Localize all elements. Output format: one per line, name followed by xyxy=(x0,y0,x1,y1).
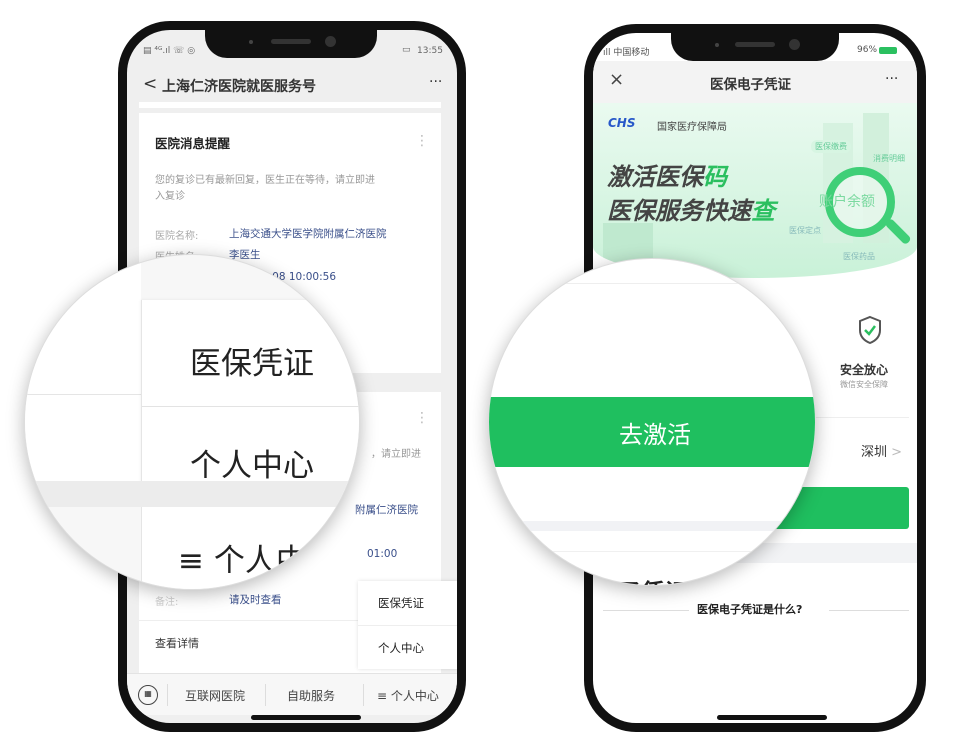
org-name: 国家医疗保障局 xyxy=(657,122,727,133)
banner-tag: 医保缴费 xyxy=(811,140,851,153)
banner-tag: 消费明细 xyxy=(873,154,905,163)
magnified-activate-button: 去激活 xyxy=(489,397,815,467)
message-text: 您的复诊已有最新回复，医生正在等待，请立即进 xyxy=(155,175,375,186)
popup-menu: 医保凭证 个人中心 xyxy=(358,581,457,669)
page-title: 上海仁济医院就医服务号 xyxy=(162,79,316,95)
magnifier-right: 去激活 电子凭证是什 xyxy=(488,258,816,586)
battery-icon xyxy=(879,47,897,54)
keyboard-icon[interactable]: ▦ xyxy=(138,685,158,705)
chevron-right-icon: > xyxy=(891,445,903,460)
more-button[interactable]: ··· xyxy=(429,74,442,90)
faq-title[interactable]: 医保电子凭证是什么? xyxy=(697,601,802,617)
headline-accent: 码 xyxy=(703,163,727,191)
menu-item-personal-center[interactable]: 个人中心 xyxy=(378,640,424,656)
status-time: 13:55 xyxy=(417,46,443,56)
view-details-link[interactable]: 查看详情 xyxy=(155,635,199,651)
security-title: 安全放心 xyxy=(840,363,889,377)
hospital-value: 附属仁济医院 xyxy=(355,504,418,516)
magnified-menu-item-medical-credential: 医保凭证 xyxy=(190,346,314,382)
time-value: 01:00 xyxy=(367,548,398,560)
menu-personal-center[interactable]: ≡ 个人中心 xyxy=(377,687,439,704)
notch xyxy=(671,33,839,61)
headline-accent: 查 xyxy=(751,197,775,225)
headline: 激活医保 xyxy=(607,163,703,191)
card-menu-icon[interactable]: ⋮ xyxy=(415,410,429,426)
banner-tag: 医保定点 xyxy=(789,226,821,235)
magnified-bottom-menu: ≡ 个人中 xyxy=(178,543,307,579)
battery-label: 96% xyxy=(857,45,878,55)
notch xyxy=(205,30,377,58)
card-title: 医院消息提醒 xyxy=(155,136,231,151)
magnified-faq-title: 电子凭证是什 xyxy=(593,573,737,585)
more-button[interactable]: ··· xyxy=(885,71,898,87)
menu-item-medical-credential[interactable]: 医保凭证 xyxy=(378,595,424,611)
hospital-label: 医院名称: xyxy=(155,231,199,242)
banner-tag: 账户余额 xyxy=(819,194,875,210)
status-icons: ▤ ⁴ᴳ.ıl ☏ ◎ xyxy=(143,46,196,56)
close-button[interactable]: × xyxy=(609,69,624,90)
note-label: 备注: xyxy=(155,597,179,608)
card-menu-icon[interactable]: ⋮ xyxy=(415,133,429,149)
carrier-label: ıll 中国移动 xyxy=(603,48,650,58)
menu-self-service[interactable]: 自助服务 xyxy=(287,687,335,704)
magnified-menu-item-personal-center: 个人中心 xyxy=(190,448,314,484)
home-indicator xyxy=(717,715,827,720)
shield-check-icon xyxy=(857,315,883,345)
headline: 医保服务快速 xyxy=(607,197,751,225)
home-indicator xyxy=(251,715,361,720)
battery-icon: ▭ xyxy=(402,45,411,55)
menu-internet-hospital[interactable]: 互联网医院 xyxy=(185,687,245,704)
promo-banner: CHS 国家医疗保障局 激活医保码 医保服务快速查 医保缴费 消费明细 账户余额… xyxy=(593,103,917,278)
bottom-menu-bar: ▦ 互联网医院 自助服务 ≡ 个人中心 xyxy=(127,673,457,715)
magnifier-left: 医保凭证 个人中心 ≡ 个人中 xyxy=(24,254,360,590)
message-text: ，请立即进 xyxy=(371,449,421,460)
page-title: 医保电子凭证 xyxy=(710,77,791,93)
message-text: 入复诊 xyxy=(155,191,185,202)
magnified-button-label: 去激活 xyxy=(619,421,691,449)
chs-logo: CHS xyxy=(608,116,636,130)
security-subtitle: 微信安全保障 xyxy=(840,380,888,389)
region-selector[interactable]: 深圳 > xyxy=(861,441,902,460)
banner-tag: 医保药品 xyxy=(843,252,875,261)
back-button[interactable]: < xyxy=(143,74,157,94)
hospital-value: 上海交通大学医学院附属仁济医院 xyxy=(229,228,387,240)
note-value: 请及时查看 xyxy=(229,594,282,606)
